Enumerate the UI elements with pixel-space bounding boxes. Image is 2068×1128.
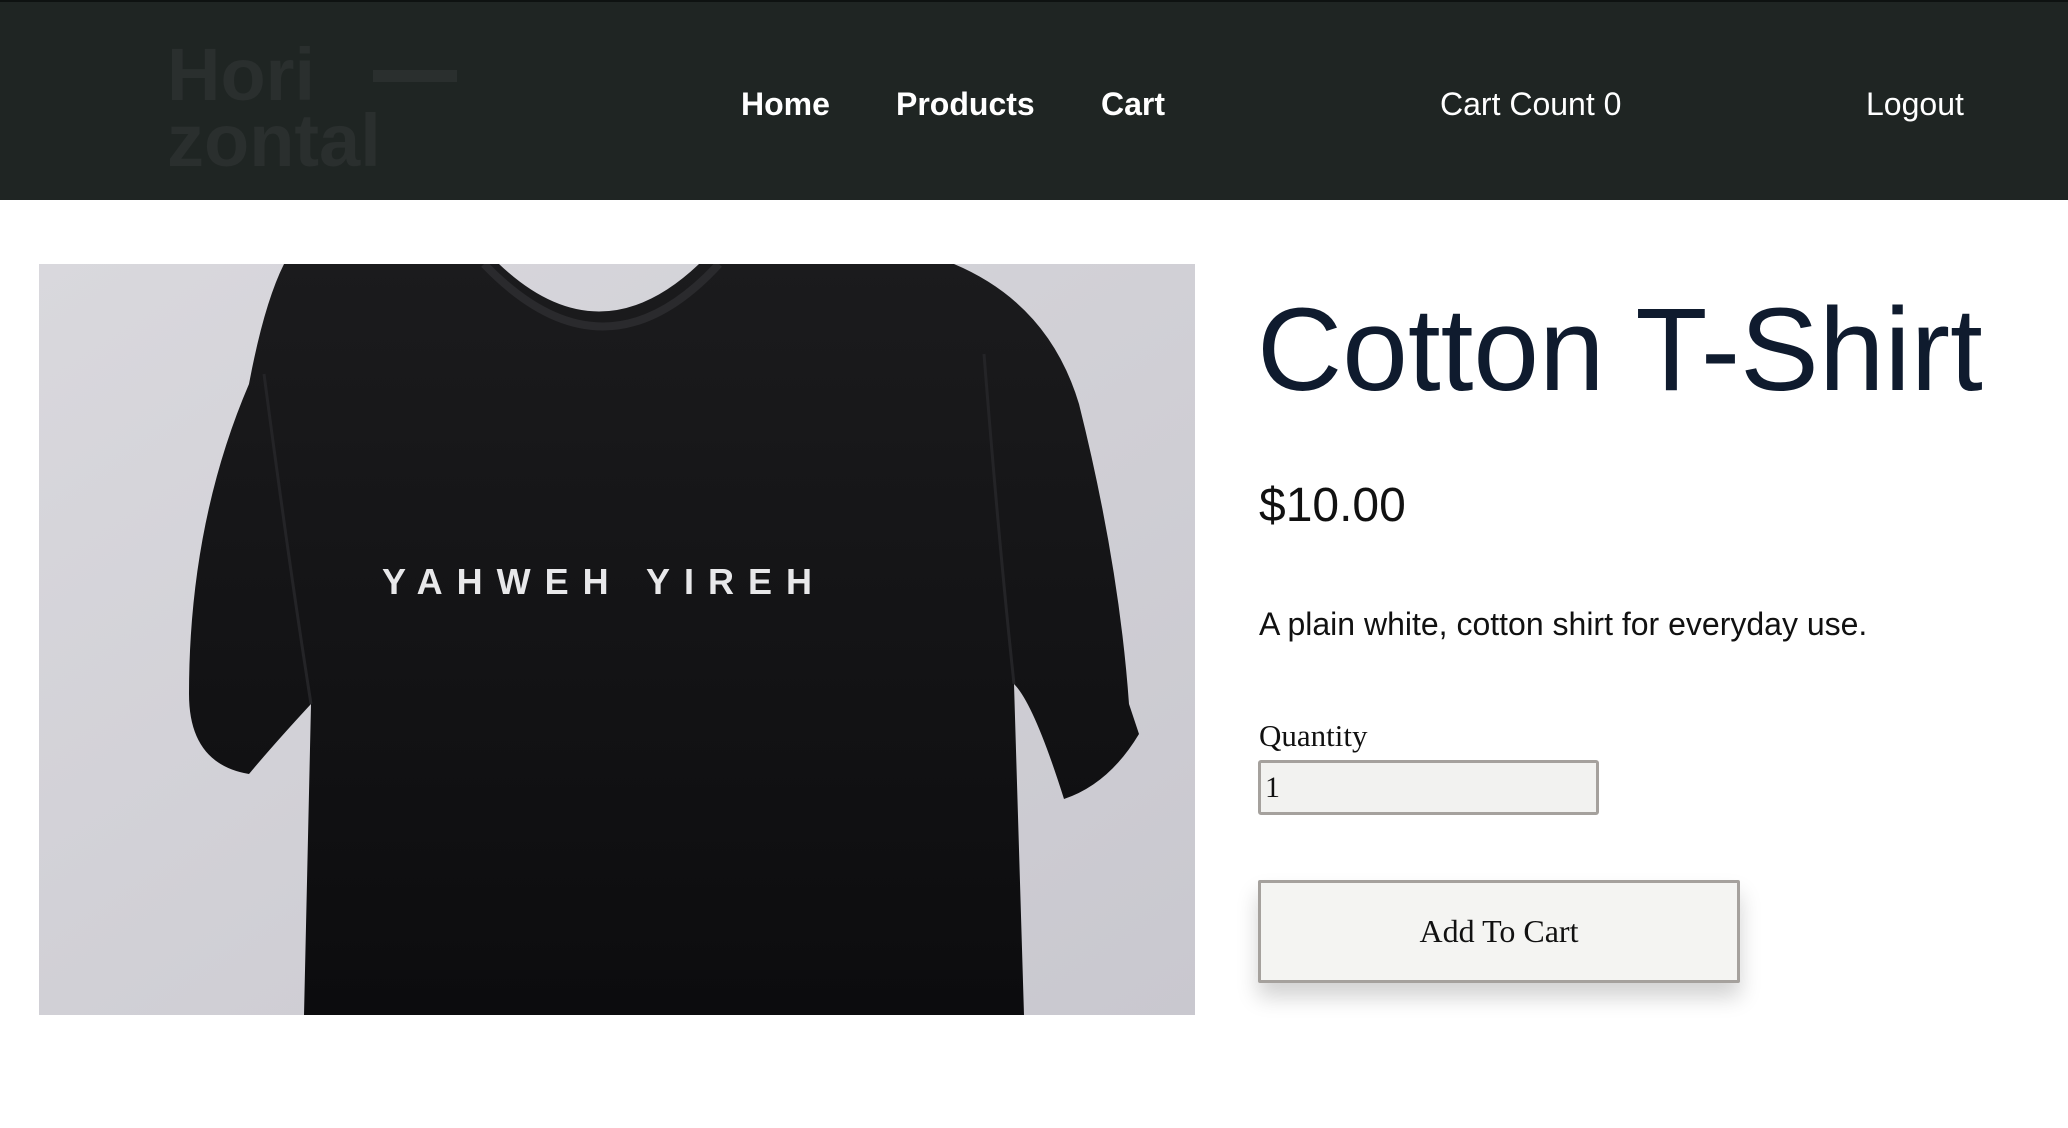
nav-cart-link[interactable]: Cart [1101,84,1165,124]
product-price: $10.00 [1259,479,1406,532]
product-image: YAHWEH YIREH [39,264,1195,1015]
svg-text:zontal: zontal [167,99,381,172]
nav-products-link[interactable]: Products [896,84,1035,124]
svg-text:YAHWEH YIREH: YAHWEH YIREH [382,561,826,602]
quantity-label: Quantity [1259,718,1368,753]
quantity-input[interactable] [1258,760,1599,815]
cart-count: Cart Count 0 [1440,86,1622,122]
product-title: Cotton T-Shirt [1257,284,1983,416]
top-navbar: Hori zontal Home Products Cart Cart Coun… [0,0,2068,200]
brand-logo[interactable]: Hori zontal [163,32,463,172]
nav-home-link[interactable]: Home [741,84,830,124]
add-to-cart-button[interactable]: Add To Cart [1258,880,1740,983]
product-description: A plain white, cotton shirt for everyday… [1259,606,1868,642]
logout-link[interactable]: Logout [1866,84,1964,124]
